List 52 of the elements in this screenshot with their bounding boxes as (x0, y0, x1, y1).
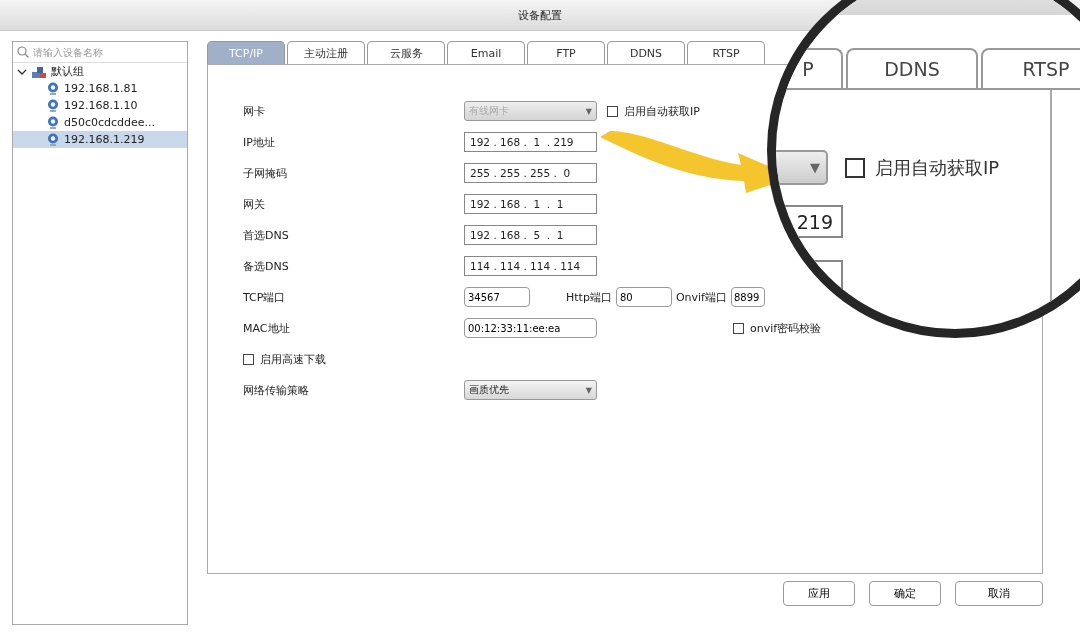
tab[interactable]: 云服务 (367, 41, 445, 64)
caret-icon: ▼ (585, 106, 592, 116)
magnified-checkbox-label: 启用自动获取IP (875, 156, 1000, 180)
tab[interactable]: RTSP (687, 41, 765, 64)
ip-address-field[interactable]: 255 . 255 . 255 . 0 (464, 163, 597, 183)
dialog-button[interactable]: 应用 (783, 581, 855, 606)
tab[interactable]: FTP (527, 41, 605, 64)
field-label: TCP端口 (243, 289, 287, 305)
checkbox-label: onvif密码校验 (750, 320, 822, 336)
field-label: 网络传输策略 (243, 382, 310, 398)
dialog-button[interactable]: 取消 (955, 581, 1043, 606)
port-field[interactable]: 8899 (730, 287, 765, 307)
port-field[interactable]: 34567 (464, 287, 530, 307)
tab[interactable]: 主动注册 (287, 41, 365, 64)
field-label: 网卡 (243, 103, 266, 119)
ip-address-field[interactable]: 192 . 168 . 5 . 1 (464, 225, 597, 245)
field-label: IP地址 (243, 134, 276, 150)
group-label[interactable]: 默认组 (51, 64, 84, 79)
network-group-icon (31, 64, 47, 79)
checkbox-label: 启用高速下载 (260, 351, 326, 367)
checkbox-label: 启用自动获取IP (624, 103, 700, 119)
tab[interactable]: DDNS (607, 41, 685, 64)
window-title: 设备配置 (518, 7, 562, 23)
tab[interactable]: Email (447, 41, 525, 64)
device-tree-item[interactable]: 192.168.1.81 (13, 80, 187, 97)
mac-address-field[interactable]: 00:12:33:11:ee:ea (464, 318, 597, 338)
device-tree-item[interactable]: 192.168.1.219 (13, 131, 187, 148)
camera-icon (47, 133, 59, 146)
field-label: 备选DNS (243, 258, 290, 274)
checkbox[interactable] (243, 353, 254, 365)
search-field[interactable]: 请输入设备名称 (33, 46, 173, 58)
dialog-button[interactable]: 确定 (869, 581, 941, 606)
field-label: 子网掩码 (243, 165, 288, 181)
caret-icon: ▼ (810, 160, 820, 175)
ip-address-field[interactable]: 192 . 168 . 1 . 1 (464, 194, 597, 214)
field-label: 网关 (243, 196, 266, 212)
device-tree-item[interactable]: d50c0cdcddee... (13, 114, 187, 131)
dropdown[interactable]: 画质优先 ▼ (464, 380, 597, 400)
search-icon (17, 46, 29, 58)
ip-address-field[interactable]: 192 . 168 . 1 . 219 (464, 132, 597, 152)
device-tree-item[interactable]: 192.168.1.10 (13, 97, 187, 114)
camera-icon (47, 116, 59, 129)
field-label: MAC地址 (243, 320, 291, 336)
port-field[interactable]: 80 (615, 287, 672, 307)
field-label: Http端口 (566, 289, 612, 305)
camera-icon (47, 82, 59, 95)
field-label: Onvif端口 (675, 289, 727, 305)
ip-address-field[interactable]: 114 . 114 . 114 . 114 (464, 256, 597, 276)
caret-icon: ▼ (585, 385, 592, 395)
camera-icon (47, 99, 59, 112)
field-label: 首选DNS (243, 227, 290, 243)
checkbox[interactable] (733, 322, 744, 334)
